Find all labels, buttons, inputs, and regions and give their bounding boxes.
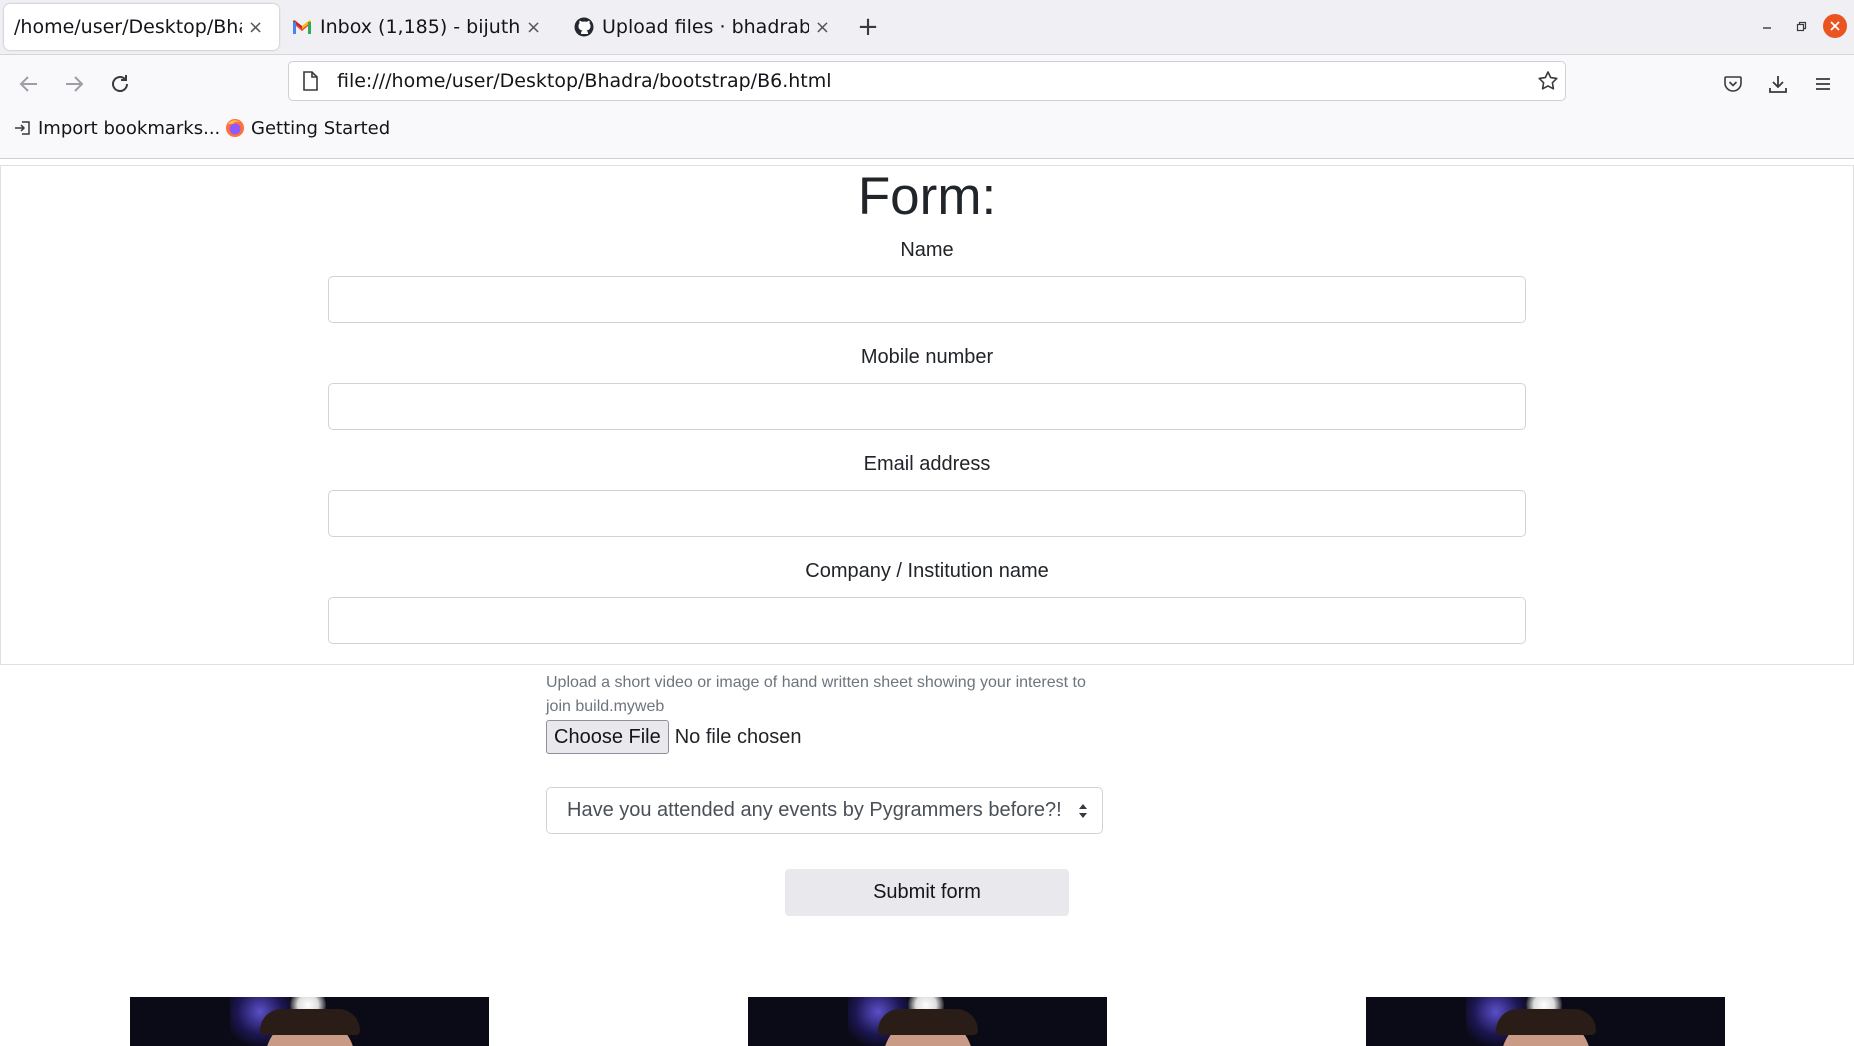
bookmark-label: Getting Started — [251, 117, 391, 139]
email-label: Email address — [863, 453, 991, 475]
minimize-icon[interactable] — [1755, 14, 1779, 38]
forward-icon[interactable] — [57, 67, 91, 101]
mobile-input[interactable] — [328, 383, 1526, 430]
bookmark-star-icon[interactable] — [1537, 70, 1559, 92]
url-text: file:///home/user/Desktop/Bhadra/bootstr… — [337, 70, 832, 92]
mobile-label: Mobile number — [860, 346, 994, 368]
chevron-updown-icon — [1078, 800, 1088, 825]
select-value: Have you attended any events by Pygramme… — [567, 799, 1062, 821]
tab-title: Inbox (1,185) - bijuthattar — [320, 16, 520, 38]
navigation-toolbar: file:///home/user/Desktop/Bhadra/bootstr… — [0, 55, 1854, 159]
import-icon — [14, 119, 32, 137]
profile-image — [1366, 997, 1725, 1046]
reload-icon[interactable] — [103, 67, 137, 101]
back-icon[interactable] — [12, 67, 46, 101]
company-label: Company / Institution name — [805, 560, 1049, 582]
close-window-icon[interactable] — [1823, 14, 1847, 38]
tab-close-icon[interactable]: × — [526, 17, 541, 38]
tab-github-upload[interactable]: Upload files · bhadrabiju2 × — [574, 4, 830, 50]
file-upload: Choose File No file chosen — [546, 720, 801, 754]
tab-close-icon[interactable]: × — [248, 17, 263, 38]
email-input[interactable] — [328, 490, 1526, 537]
tab-close-icon[interactable]: × — [815, 17, 830, 38]
gmail-icon — [292, 17, 312, 37]
bookmark-label: Import bookmarks... — [38, 117, 221, 139]
github-icon — [574, 17, 594, 37]
name-input[interactable] — [328, 276, 1526, 323]
company-input[interactable] — [328, 597, 1526, 644]
downloads-icon[interactable] — [1761, 67, 1795, 101]
choose-file-button[interactable]: Choose File — [546, 720, 669, 754]
menu-icon[interactable] — [1806, 67, 1840, 101]
profile-image — [130, 997, 489, 1046]
pocket-icon[interactable] — [1716, 67, 1750, 101]
address-bar[interactable]: file:///home/user/Desktop/Bhadra/bootstr… — [288, 61, 1566, 101]
tab-b6-html[interactable]: /home/user/Desktop/Bhadra × — [4, 4, 279, 50]
bookmark-import[interactable]: Import bookmarks... — [14, 112, 220, 144]
profile-image — [748, 997, 1107, 1046]
tab-title: /home/user/Desktop/Bhadra — [14, 16, 242, 38]
name-label: Name — [900, 239, 954, 261]
firefox-icon — [225, 118, 245, 138]
page-icon — [301, 71, 319, 91]
file-status: No file chosen — [674, 725, 802, 748]
upload-help-text: Upload a short video or image of hand wr… — [546, 674, 1086, 715]
submit-button[interactable]: Submit form — [785, 869, 1069, 916]
new-tab-button[interactable]: + — [856, 8, 880, 46]
events-select[interactable]: Have you attended any events by Pygramme… — [546, 787, 1103, 834]
bookmark-getting-started[interactable]: Getting Started — [225, 112, 390, 144]
tab-bar: /home/user/Desktop/Bhadra × Inbox (1,185… — [0, 0, 1854, 55]
tab-gmail-inbox[interactable]: Inbox (1,185) - bijuthattar × — [292, 4, 546, 50]
tab-title: Upload files · bhadrabiju2 — [602, 16, 809, 38]
page-title: Form: — [857, 167, 997, 226]
restore-icon[interactable] — [1789, 14, 1813, 38]
